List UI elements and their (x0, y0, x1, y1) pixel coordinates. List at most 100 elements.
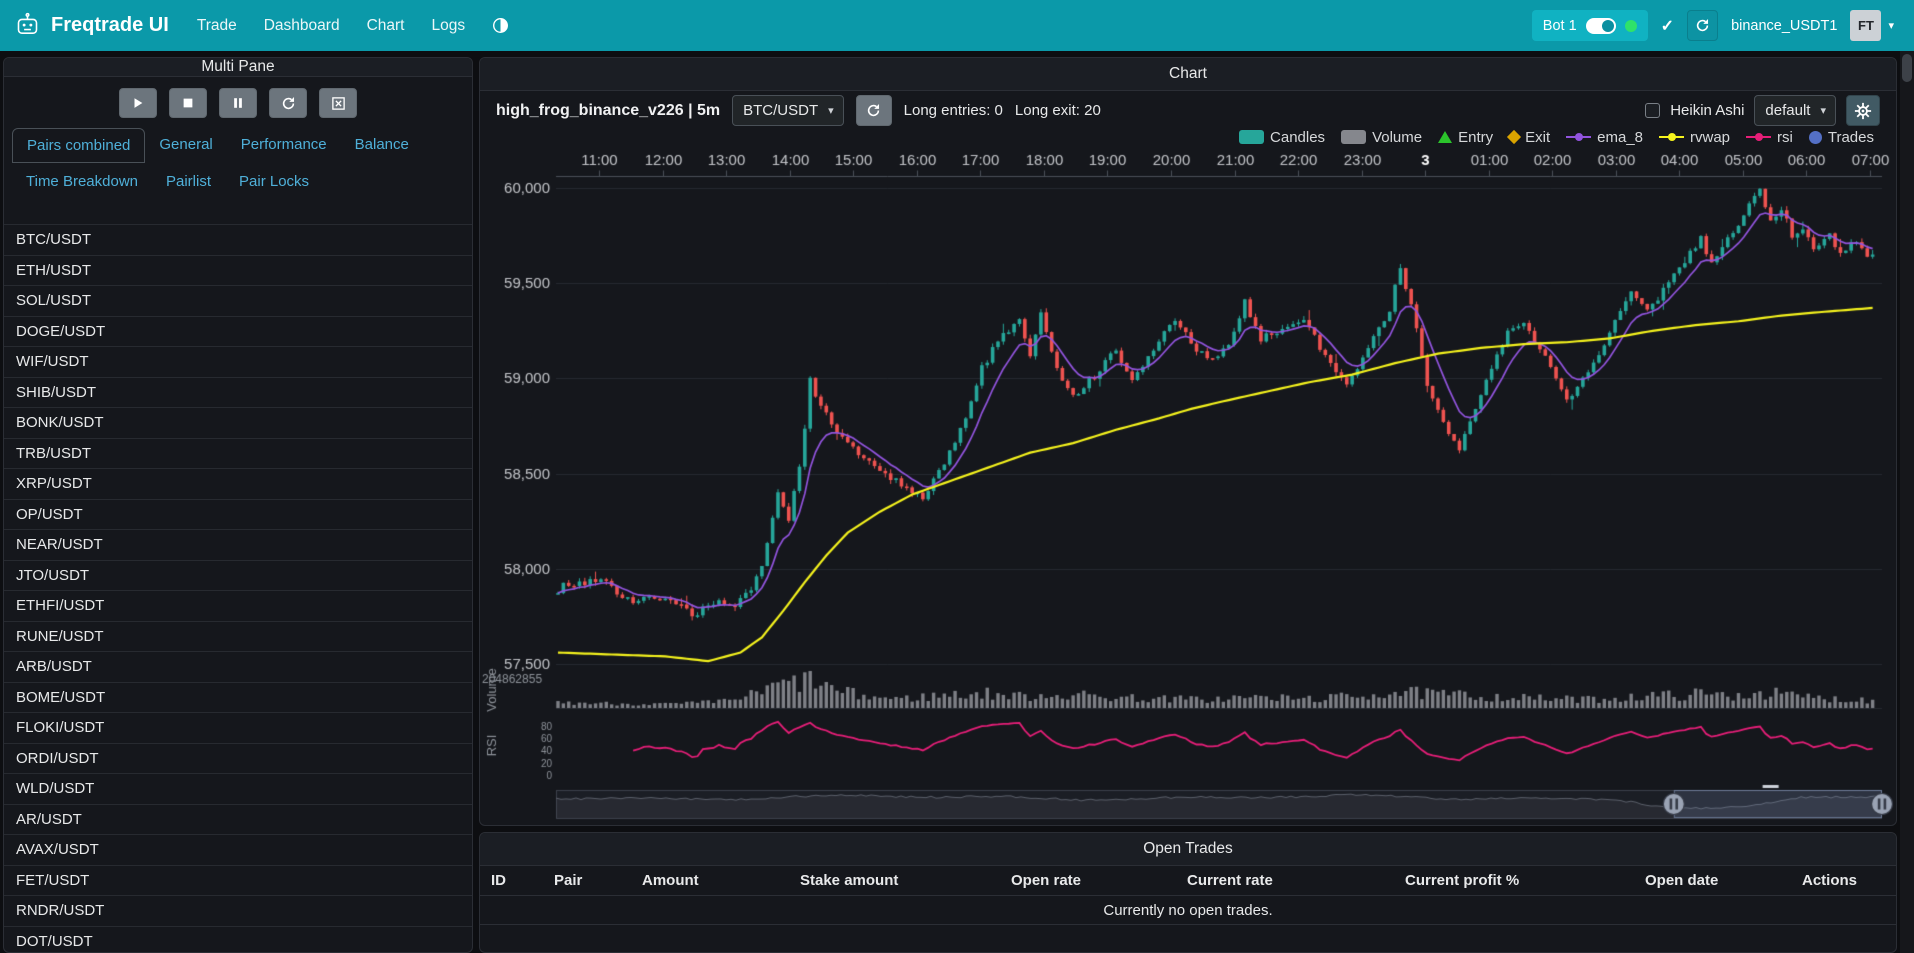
pause-icon (231, 96, 245, 110)
col-open-date: Open date (1634, 872, 1791, 889)
reload-icon (866, 103, 881, 118)
scrollbar-thumb[interactable] (1902, 54, 1912, 82)
legend-rvwap[interactable]: rvwap (1659, 129, 1730, 146)
pair-row-rndr-usdt[interactable]: RNDR/USDT (4, 896, 472, 927)
legend-rsi[interactable]: rsi (1746, 129, 1793, 146)
legend-line-dot-icon (1755, 133, 1763, 141)
pair-row-xrp-usdt[interactable]: XRP/USDT (4, 469, 472, 500)
pair-row-btc-usdt[interactable]: BTC/USDT (4, 225, 472, 256)
open-trades-header-row: IDPairAmountStake amountOpen rateCurrent… (480, 866, 1896, 896)
col-current-rate: Current rate (1176, 872, 1394, 889)
reload-bot-button[interactable] (1687, 10, 1718, 41)
chart-toolbar-right: Heikin Ashi default ▾ (1645, 95, 1880, 126)
open-trades-panel: Open Trades IDPairAmountStake amountOpen… (479, 832, 1897, 953)
bot-ok-check-icon: ✓ (1661, 16, 1674, 36)
long-entries-count: Long entries: 0 (904, 102, 1003, 119)
tabs-row-1: Pairs combinedGeneralPerformanceBalance (4, 128, 472, 163)
pair-row-fet-usdt[interactable]: FET/USDT (4, 866, 472, 897)
long-exit-count: Long exit: 20 (1015, 102, 1101, 119)
col-current-profit-: Current profit % (1394, 872, 1634, 889)
pair-row-jto-usdt[interactable]: JTO/USDT (4, 561, 472, 592)
pair-row-dot-usdt[interactable]: DOT/USDT (4, 927, 472, 953)
app-title[interactable]: Freqtrade UI (51, 14, 169, 37)
pair-row-near-usdt[interactable]: NEAR/USDT (4, 530, 472, 561)
tabs-row-2: Time BreakdownPairlistPair Locks (4, 165, 472, 198)
clear-chart-button[interactable] (319, 88, 357, 118)
user-avatar[interactable]: FT (1850, 10, 1881, 41)
tab-pairlist[interactable]: Pairlist (152, 165, 225, 198)
page-scrollbar[interactable] (1900, 51, 1914, 953)
legend-entry[interactable]: Entry (1438, 129, 1493, 146)
plot-settings-button[interactable] (1846, 95, 1880, 126)
pair-row-avax-usdt[interactable]: AVAX/USDT (4, 835, 472, 866)
chevron-down-icon: ▾ (1820, 104, 1826, 117)
open-trades-empty-message: Currently no open trades. (480, 896, 1896, 925)
plot-config-value: default (1765, 102, 1810, 119)
reload-icon (281, 96, 296, 111)
reload-chart-button[interactable] (269, 88, 307, 118)
exchange-account-label: binance_USDT1 (1731, 18, 1837, 34)
gear-icon (1854, 102, 1872, 120)
tab-pairs-combined[interactable]: Pairs combined (12, 128, 145, 163)
theme-toggle-icon[interactable] (492, 17, 509, 34)
legend-marker-diamond-icon (1507, 130, 1521, 144)
nav-link-dashboard[interactable]: Dashboard (264, 17, 340, 35)
legend-candles[interactable]: Candles (1239, 129, 1325, 146)
main-content: Multi Pane Pairs combinedGeneralPerforma… (3, 57, 1897, 953)
pair-row-floki-usdt[interactable]: FLOKI/USDT (4, 713, 472, 744)
legend-ema-8[interactable]: ema_8 (1566, 129, 1643, 146)
legend-marker-line-icon (1659, 136, 1684, 138)
pause-button[interactable] (219, 88, 257, 118)
pair-row-doge-usdt[interactable]: DOGE/USDT (4, 317, 472, 348)
pair-row-ordi-usdt[interactable]: ORDI/USDT (4, 744, 472, 775)
legend-trades[interactable]: Trades (1809, 129, 1874, 146)
pair-select[interactable]: BTC/USDT ▾ (732, 95, 844, 126)
top-navbar: Freqtrade UI Trade Dashboard Chart Logs Bot… (0, 0, 1914, 51)
pair-row-bome-usdt[interactable]: BOME/USDT (4, 683, 472, 714)
legend-marker-rect-icon (1239, 130, 1264, 144)
bot-toggle-switch[interactable] (1586, 18, 1616, 34)
nav-link-logs[interactable]: Logs (431, 17, 465, 35)
stop-button[interactable] (169, 88, 207, 118)
pair-row-wif-usdt[interactable]: WIF/USDT (4, 347, 472, 378)
legend-label: Volume (1372, 129, 1422, 146)
tab-balance[interactable]: Balance (341, 128, 423, 163)
multi-pane-title: Multi Pane (4, 58, 472, 77)
legend-volume[interactable]: Volume (1341, 129, 1422, 146)
pair-row-wld-usdt[interactable]: WLD/USDT (4, 774, 472, 805)
pair-row-ethfi-usdt[interactable]: ETHFI/USDT (4, 591, 472, 622)
col-open-rate: Open rate (1000, 872, 1176, 889)
nav-link-trade[interactable]: Trade (197, 17, 237, 35)
tab-pair-locks[interactable]: Pair Locks (225, 165, 323, 198)
nav-link-chart[interactable]: Chart (367, 17, 405, 35)
tab-general[interactable]: General (145, 128, 226, 163)
refresh-chart-button[interactable] (856, 95, 892, 126)
legend-label: Exit (1525, 129, 1550, 146)
legend-exit[interactable]: Exit (1509, 129, 1550, 146)
pair-row-eth-usdt[interactable]: ETH/USDT (4, 256, 472, 287)
legend-label: rvwap (1690, 129, 1730, 146)
play-button[interactable] (119, 88, 157, 118)
legend-marker-line-icon (1566, 136, 1591, 138)
pair-row-ar-usdt[interactable]: AR/USDT (4, 805, 472, 836)
pair-row-rune-usdt[interactable]: RUNE/USDT (4, 622, 472, 653)
tab-time-breakdown[interactable]: Time Breakdown (12, 165, 152, 198)
chart-toolbar: high_frog_binance_v226 | 5m BTC/USDT ▾ L… (480, 95, 1896, 126)
tab-performance[interactable]: Performance (227, 128, 341, 163)
pair-row-trb-usdt[interactable]: TRB/USDT (4, 439, 472, 470)
bot-selector-pill[interactable]: Bot 1 (1532, 10, 1648, 41)
heikin-ashi-label: Heikin Ashi (1670, 102, 1744, 119)
legend-marker-circle-icon (1809, 131, 1822, 144)
bot-name-label: Bot 1 (1543, 18, 1577, 34)
price-chart-canvas[interactable] (480, 146, 1896, 826)
pair-row-sol-usdt[interactable]: SOL/USDT (4, 286, 472, 317)
pair-row-shib-usdt[interactable]: SHIB/USDT (4, 378, 472, 409)
freqtrade-robot-icon (14, 12, 41, 39)
pair-row-arb-usdt[interactable]: ARB/USDT (4, 652, 472, 683)
plot-config-select[interactable]: default ▾ (1754, 95, 1836, 126)
pair-row-op-usdt[interactable]: OP/USDT (4, 500, 472, 531)
pair-row-bonk-usdt[interactable]: BONK/USDT (4, 408, 472, 439)
heikin-ashi-checkbox[interactable] (1645, 103, 1660, 118)
col-actions: Actions (1791, 872, 1896, 889)
multi-pane-panel: Multi Pane Pairs combinedGeneralPerforma… (3, 57, 473, 953)
